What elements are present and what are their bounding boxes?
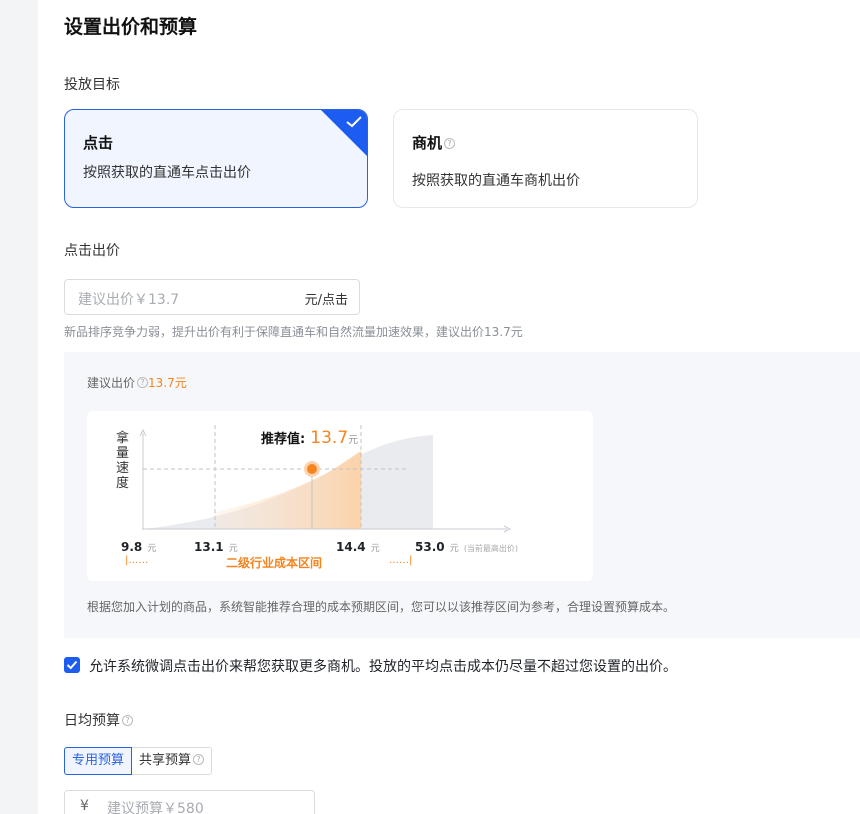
adjust-checkbox[interactable] — [64, 657, 80, 673]
goal-option-title: 商机 — [412, 134, 443, 152]
range-label: 二级行业成本区间 — [226, 556, 323, 570]
help-icon[interactable]: ? — [122, 715, 133, 726]
tick-unit: 元 — [449, 544, 459, 554]
budget-input[interactable]: ¥ 建议预算￥580 — [64, 790, 315, 814]
goal-label: 投放目标 — [64, 77, 120, 93]
help-icon[interactable]: ? — [444, 138, 456, 149]
suggest-line: 建议出价? 13.7元 — [87, 374, 187, 391]
check-icon — [346, 116, 362, 128]
click-bid-input[interactable]: 建议出价￥13.7 元/点击 — [64, 279, 360, 315]
bid-chart: 拿量速度 推荐值: 13.7元 9.8 元 13.1 元 14.4 元 53.0… — [87, 411, 593, 581]
tab-shared-budget[interactable]: 共享预算? — [132, 747, 213, 775]
page-title: 设置出价和预算 — [64, 16, 198, 38]
curve-area-orange — [215, 451, 361, 529]
tick-label: 14.4 元 — [336, 536, 380, 555]
click-bid-unit: 元/点击 — [304, 293, 348, 308]
tick-unit: 元 — [228, 544, 238, 554]
tick-label: 53.0 元 (当前最高出价) — [415, 536, 518, 555]
recommend-unit: 元 — [348, 435, 359, 446]
click-bid-hint: 新品排序竞争力弱，提升出价有利于保障直通车和自然流量加速效果，建议出价13.7元 — [64, 325, 523, 339]
tick-label: 13.1 元 — [194, 536, 238, 555]
tick-value: 9.8 — [121, 540, 143, 554]
budget-label: 日均预算 — [64, 713, 120, 729]
suggest-note: 根据您加入计划的商品，系统智能推荐合理的成本预期区间，您可以以该推荐区间为参考，… — [87, 600, 676, 614]
budget-label-row: 日均预算? — [64, 710, 133, 730]
tick-value: 13.1 — [194, 540, 224, 554]
recommend-label-text: 推荐值: — [261, 432, 306, 447]
goal-option-desc: 按照获取的直通车商机出价 — [412, 173, 580, 189]
suggest-prefix: 建议出价 — [87, 376, 136, 390]
click-bid-label: 点击出价 — [64, 243, 120, 259]
click-bid-placeholder: 建议出价￥13.7 — [78, 292, 180, 308]
budget-placeholder: 建议预算￥580 — [107, 801, 204, 814]
recommend-point — [307, 464, 317, 474]
currency-symbol: ¥ — [80, 798, 89, 814]
tick-value: 53.0 — [415, 540, 445, 554]
recommend-label: 推荐值: 13.7元 — [261, 428, 358, 448]
budget-tabs: 专用预算 共享预算? — [64, 747, 213, 775]
range-right-marker: ……| — [389, 555, 413, 566]
tab-label: 共享预算 — [139, 753, 192, 768]
adjust-text: 允许系统微调点击出价来帮您获取更多商机。投放的平均点击成本仍尽量不超过您设置的出… — [89, 659, 677, 675]
tick-value: 14.4 — [336, 540, 366, 554]
check-icon — [66, 660, 78, 670]
chart-ylabel: 拿量速度 — [116, 431, 130, 491]
help-icon[interactable]: ? — [137, 377, 149, 388]
tick-label: 9.8 元 — [121, 536, 156, 555]
recommend-value: 13.7 — [310, 428, 349, 448]
goal-option-click[interactable]: 点击 按照获取的直通车点击出价 — [64, 109, 368, 208]
suggest-value: 13.7元 — [148, 376, 187, 390]
tick-unit: 元 — [147, 544, 157, 554]
tick-extra: (当前最高出价) — [463, 544, 519, 553]
goal-option-title: 点击 — [83, 134, 114, 152]
goal-option-desc: 按照获取的直通车点击出价 — [83, 165, 251, 181]
tab-dedicated-budget[interactable]: 专用预算 — [64, 747, 133, 775]
range-left-marker: |…… — [125, 555, 149, 566]
goal-option-opportunity[interactable]: 商机? 按照获取的直通车商机出价 — [393, 109, 698, 208]
tick-unit: 元 — [370, 544, 380, 554]
help-icon[interactable]: ? — [193, 754, 205, 765]
